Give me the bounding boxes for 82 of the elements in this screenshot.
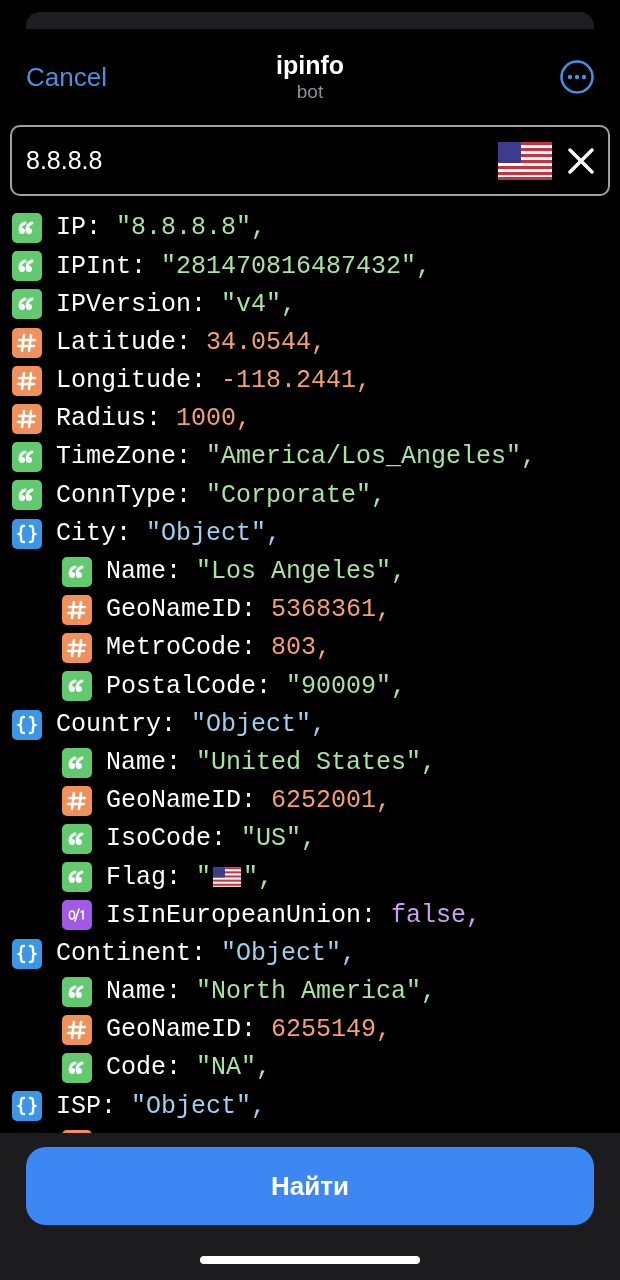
quote-icon	[12, 480, 42, 511]
braces-icon	[12, 709, 42, 740]
field-value: "281470816487432",	[161, 250, 432, 283]
chat-subtitle: bot	[296, 80, 324, 104]
quote-icon	[12, 289, 42, 320]
field-value: "Object",	[131, 1090, 267, 1123]
field-value: 5368361,	[271, 594, 392, 627]
braces-icon	[12, 518, 42, 549]
field-key: IPVersion:	[56, 285, 207, 324]
quote-icon	[62, 824, 92, 855]
field-key: ConnType:	[56, 476, 192, 515]
braces-icon	[12, 938, 42, 969]
field-value: -118.2441,	[221, 365, 372, 398]
field-value: 34.0544,	[206, 326, 327, 359]
search-field[interactable]: 8.8.8.8	[10, 125, 610, 196]
quote-icon	[62, 671, 92, 702]
field-value: "America/Los_Angeles",	[206, 441, 537, 474]
field-key: IsInEuropeanUnion:	[106, 896, 377, 935]
field-value: "US",	[241, 823, 317, 856]
field-key: Name:	[106, 553, 181, 591]
field-key: Flag:	[106, 858, 181, 897]
field-value: "NA",	[196, 1052, 272, 1085]
hash-icon	[62, 633, 92, 664]
field-key: Continent:	[56, 934, 207, 973]
field-key: TimeZone:	[56, 438, 192, 476]
field-value: "Object",	[146, 517, 282, 550]
field-value: "v4",	[221, 288, 297, 321]
field-key: Name:	[106, 743, 181, 782]
field-value: false,	[391, 899, 482, 932]
field-key: Radius:	[56, 400, 162, 438]
field-value: 1000,	[176, 403, 252, 436]
flag-icon	[498, 141, 552, 180]
field-value: "Corporate",	[206, 479, 387, 512]
field-key: Code:	[106, 1049, 181, 1087]
field-key: Longitude:	[56, 362, 207, 400]
field-value: "90009",	[286, 670, 407, 703]
field-value: 803,	[271, 632, 332, 665]
quote-icon	[62, 1053, 92, 1084]
field-key: Country:	[56, 705, 177, 744]
quote-icon	[62, 976, 92, 1007]
field-key: IsoCode:	[106, 820, 227, 858]
field-value: "8.8.8.8",	[116, 212, 267, 245]
quote-icon	[62, 862, 92, 893]
field-key: Latitude:	[56, 323, 192, 362]
hash-icon	[12, 365, 42, 396]
field-value: "Object",	[191, 708, 327, 741]
field-value: "Los Angeles",	[196, 556, 407, 589]
find-button[interactable]: Найти	[26, 1147, 594, 1225]
field-value: 6255149,	[271, 1014, 392, 1047]
cancel-button[interactable]: Cancel	[26, 57, 116, 97]
field-value: "North America",	[196, 976, 437, 1009]
field-key: ISP:	[56, 1087, 116, 1126]
input-field[interactable]: 8.8.8.8	[26, 141, 498, 180]
chat-title: ipinfo	[276, 50, 344, 80]
field-key: City:	[56, 514, 131, 553]
quote-icon	[62, 556, 92, 587]
hash-icon	[62, 1015, 92, 1046]
binary-icon	[62, 900, 92, 931]
hash-icon	[12, 404, 42, 435]
field-key: GeoNameID:	[106, 591, 257, 629]
quote-icon	[62, 747, 92, 778]
field-value: "United States",	[196, 746, 437, 779]
hash-icon	[62, 785, 92, 816]
field-key: PostalCode:	[106, 667, 272, 706]
field-key: IP:	[56, 209, 101, 247]
braces-icon	[12, 1091, 42, 1122]
field-value: "	[196, 861, 212, 894]
field-key: IPInt:	[56, 247, 146, 286]
field-key: MetroCode:	[106, 629, 257, 667]
field-key: Name:	[106, 973, 181, 1011]
field-key: GeoNameID:	[106, 782, 257, 820]
field-key: GeoNameID:	[106, 1011, 257, 1049]
quote-icon	[12, 213, 42, 244]
field-value: ",	[243, 861, 274, 894]
quote-icon	[12, 442, 42, 473]
field-value: "Object",	[221, 937, 357, 970]
hash-icon	[12, 327, 42, 358]
quote-icon	[12, 251, 42, 282]
field-value: 6252001,	[271, 785, 392, 818]
hash-icon	[62, 594, 92, 625]
more-icon[interactable]	[560, 60, 594, 94]
close-icon[interactable]	[568, 147, 594, 174]
